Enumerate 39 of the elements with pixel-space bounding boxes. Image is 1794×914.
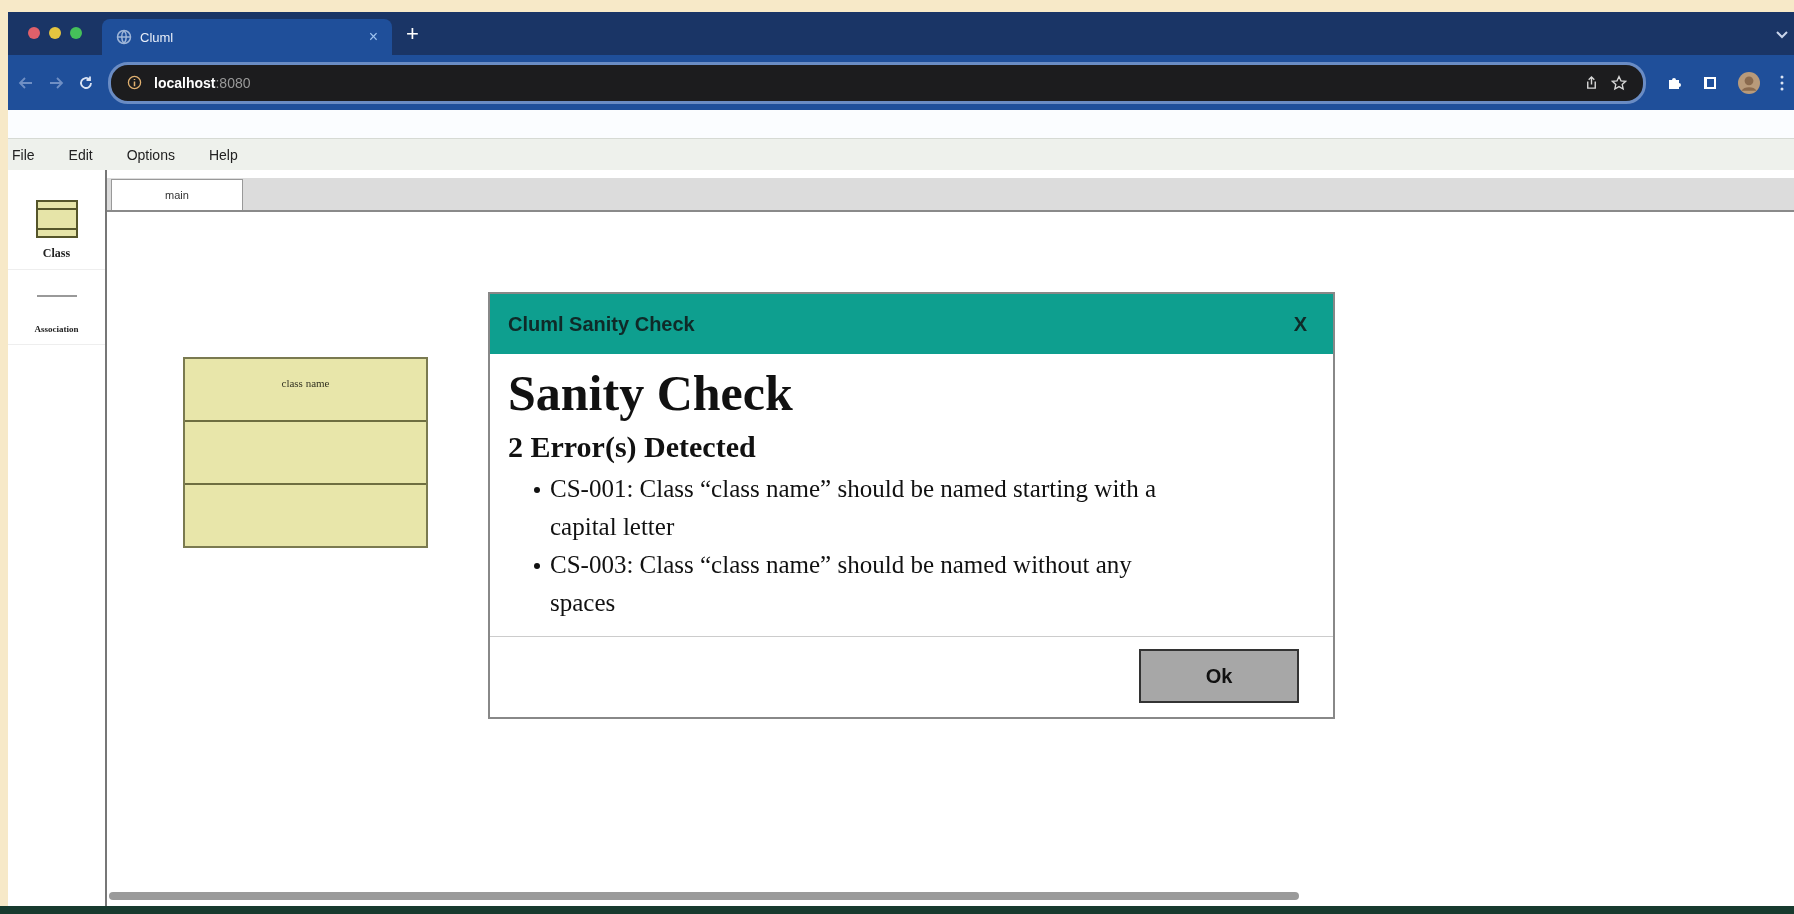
error-count: 2 Error(s) Detected bbox=[508, 430, 757, 464]
class-icon bbox=[35, 200, 78, 238]
error-message: CS-003: Class “class name” should be named without any spaces bbox=[550, 550, 1133, 618]
class-node[interactable]: class name bbox=[183, 357, 428, 548]
palette-item[interactable]: Association bbox=[8, 270, 105, 345]
dialog-heading: Sanity Check bbox=[508, 364, 794, 422]
menu-item[interactable]: Edit bbox=[64, 146, 123, 163]
dialog-title: Cluml Sanity Check bbox=[508, 312, 695, 336]
chevron-down-icon[interactable] bbox=[1776, 31, 1788, 39]
scrollbar-thumb[interactable] bbox=[109, 892, 1299, 900]
reload-icon[interactable] bbox=[78, 74, 94, 91]
close-button[interactable]: X bbox=[1287, 311, 1313, 337]
bullet-icon bbox=[534, 563, 540, 569]
class-name: class name bbox=[281, 377, 330, 389]
new-tab-button[interactable]: + bbox=[392, 21, 419, 55]
address-bar[interactable]: localhost:8080 bbox=[108, 61, 1646, 104]
browser-tab[interactable]: Cluml × bbox=[102, 19, 392, 55]
avatar-icon[interactable] bbox=[1738, 71, 1760, 94]
share-icon[interactable] bbox=[1584, 75, 1599, 90]
minimize-window-button[interactable] bbox=[49, 27, 61, 39]
menu-item[interactable]: File bbox=[8, 146, 65, 163]
line-icon bbox=[36, 294, 77, 298]
close-window-button[interactable] bbox=[28, 27, 40, 39]
ok-button[interactable]: Ok bbox=[1139, 649, 1299, 703]
maximize-window-button[interactable] bbox=[70, 27, 82, 39]
url-text: localhost:8080 bbox=[154, 74, 251, 91]
info-icon bbox=[127, 75, 142, 90]
globe-icon bbox=[116, 29, 132, 45]
bullet-icon bbox=[534, 487, 540, 493]
menu-item[interactable]: Options bbox=[122, 146, 205, 163]
sidebar-icon[interactable] bbox=[1702, 74, 1718, 91]
close-tab-button[interactable]: × bbox=[368, 28, 378, 46]
star-icon[interactable] bbox=[1611, 74, 1627, 91]
error-message: CS-001: Class “class name” should be named starting with a capital letter bbox=[550, 474, 1158, 542]
more-icon[interactable] bbox=[1780, 74, 1784, 91]
menu-item[interactable]: Help bbox=[204, 146, 268, 163]
tab-title: Cluml bbox=[140, 29, 175, 45]
diagram-tab[interactable]: main bbox=[111, 179, 243, 210]
palette-item[interactable]: Class bbox=[8, 170, 105, 270]
